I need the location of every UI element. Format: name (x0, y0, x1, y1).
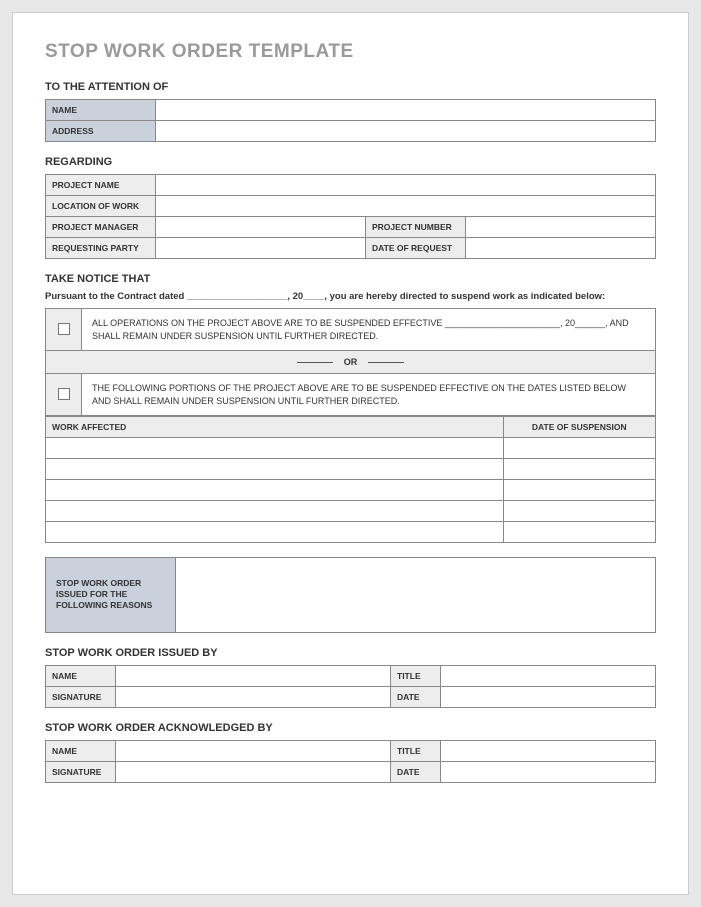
issued-title-field[interactable] (441, 665, 656, 686)
option1-checkbox[interactable] (58, 323, 70, 335)
date-row[interactable] (503, 501, 656, 522)
date-row[interactable] (503, 438, 656, 459)
option1-text: ALL OPERATIONS ON THE PROJECT ABOVE ARE … (82, 309, 656, 351)
page-title: STOP WORK ORDER TEMPLATE (45, 41, 656, 63)
pursuant-text: Pursuant to the Contract dated _________… (45, 291, 656, 302)
attention-heading: TO THE ATTENTION OF (45, 81, 656, 93)
dash-left-icon (297, 362, 333, 363)
ack-name-field[interactable] (116, 740, 391, 761)
work-row[interactable] (46, 480, 504, 501)
regarding-heading: REGARDING (45, 156, 656, 168)
option2-checkbox-cell (46, 374, 82, 416)
notice-options-table: ALL OPERATIONS ON THE PROJECT ABOVE ARE … (45, 308, 656, 416)
or-label: OR (344, 357, 358, 367)
issued-signature-label: SIGNATURE (46, 686, 116, 707)
reasons-table: STOP WORK ORDER ISSUED FOR THE FOLLOWING… (45, 557, 656, 632)
regarding-table: PROJECT NAME LOCATION OF WORK PROJECT MA… (45, 174, 656, 259)
address-label: ADDRESS (46, 121, 156, 142)
location-label: LOCATION OF WORK (46, 196, 156, 217)
project-number-field[interactable] (466, 217, 656, 238)
work-affected-header: WORK AFFECTED (46, 417, 504, 438)
ack-name-label: NAME (46, 740, 116, 761)
document-sheet: STOP WORK ORDER TEMPLATE TO THE ATTENTIO… (12, 12, 689, 895)
page-container: STOP WORK ORDER TEMPLATE TO THE ATTENTIO… (0, 0, 701, 907)
work-row[interactable] (46, 438, 504, 459)
ack-signature-field[interactable] (116, 761, 391, 782)
issued-name-field[interactable] (116, 665, 391, 686)
project-name-label: PROJECT NAME (46, 175, 156, 196)
date-row[interactable] (503, 480, 656, 501)
project-name-field[interactable] (156, 175, 656, 196)
dash-right-icon (368, 362, 404, 363)
address-field[interactable] (156, 121, 656, 142)
project-number-label: PROJECT NUMBER (366, 217, 466, 238)
ack-signature-label: SIGNATURE (46, 761, 116, 782)
issued-title-label: TITLE (391, 665, 441, 686)
option1-checkbox-cell (46, 309, 82, 351)
work-row[interactable] (46, 459, 504, 480)
issued-date-label: DATE (391, 686, 441, 707)
issued-signature-field[interactable] (116, 686, 391, 707)
or-separator: OR (46, 351, 656, 374)
date-row[interactable] (503, 459, 656, 480)
issued-by-heading: STOP WORK ORDER ISSUED BY (45, 647, 656, 659)
work-row[interactable] (46, 522, 504, 543)
requesting-party-field[interactable] (156, 238, 366, 259)
issued-by-table: NAME TITLE SIGNATURE DATE (45, 665, 656, 708)
ack-date-field[interactable] (441, 761, 656, 782)
name-field[interactable] (156, 100, 656, 121)
date-suspension-header: DATE OF SUSPENSION (503, 417, 656, 438)
reasons-label: STOP WORK ORDER ISSUED FOR THE FOLLOWING… (46, 558, 176, 632)
issued-name-label: NAME (46, 665, 116, 686)
ack-date-label: DATE (391, 761, 441, 782)
ack-title-label: TITLE (391, 740, 441, 761)
notice-heading: TAKE NOTICE THAT (45, 273, 656, 285)
option2-checkbox[interactable] (58, 388, 70, 400)
project-manager-field[interactable] (156, 217, 366, 238)
issued-date-field[interactable] (441, 686, 656, 707)
project-manager-label: PROJECT MANAGER (46, 217, 156, 238)
work-affected-table: WORK AFFECTED DATE OF SUSPENSION (45, 416, 656, 543)
date-row[interactable] (503, 522, 656, 543)
ack-title-field[interactable] (441, 740, 656, 761)
ack-by-table: NAME TITLE SIGNATURE DATE (45, 740, 656, 783)
date-request-field[interactable] (466, 238, 656, 259)
option2-text: THE FOLLOWING PORTIONS OF THE PROJECT AB… (82, 374, 656, 416)
reasons-field[interactable] (176, 558, 656, 632)
ack-by-heading: STOP WORK ORDER ACKNOWLEDGED BY (45, 722, 656, 734)
attention-table: NAME ADDRESS (45, 99, 656, 142)
name-label: NAME (46, 100, 156, 121)
location-field[interactable] (156, 196, 656, 217)
requesting-party-label: REQUESTING PARTY (46, 238, 156, 259)
date-request-label: DATE OF REQUEST (366, 238, 466, 259)
work-row[interactable] (46, 501, 504, 522)
